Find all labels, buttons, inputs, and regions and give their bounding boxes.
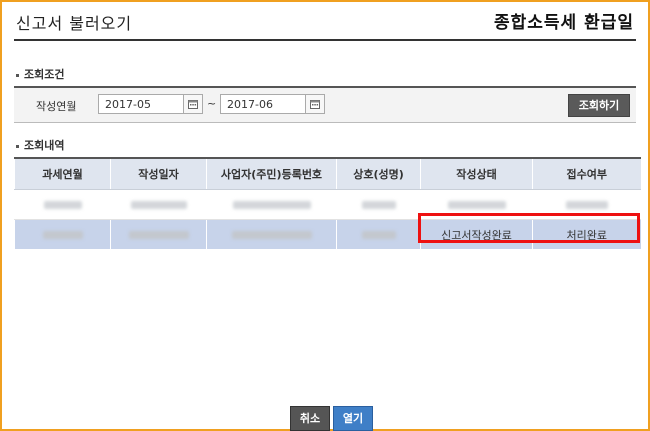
table-header-row: 과세연월 작성일자 사업자(주민)등록번호 상호(성명) 작성상태 접수여부 xyxy=(14,157,641,190)
column-header[interactable]: 사업자(주민)등록번호 xyxy=(206,157,337,190)
search-section-label: 조회조건 xyxy=(16,66,64,82)
date-range-separator: ~ xyxy=(207,97,217,110)
redacted-cell xyxy=(14,219,111,249)
start-date-input[interactable]: 2017-05 xyxy=(98,94,186,114)
end-date-input[interactable]: 2017-06 xyxy=(220,94,308,114)
redacted-cell xyxy=(110,189,207,220)
column-header[interactable]: 과세연월 xyxy=(14,157,111,190)
redacted-cell xyxy=(336,219,421,249)
results-section-label: 조회내역 xyxy=(16,137,64,153)
title-divider xyxy=(14,39,636,41)
end-calendar-icon[interactable] xyxy=(305,94,325,114)
receipt-cell xyxy=(532,189,641,220)
search-button[interactable]: 조회하기 xyxy=(568,94,630,117)
bullet-icon xyxy=(16,73,19,77)
dialog-window: 신고서 불러오기 종합소득세 환급일 조회조건 작성연월 2017-05 ~ 2… xyxy=(0,0,650,431)
cancel-button[interactable]: 취소 xyxy=(290,406,330,431)
results-table: 과세연월 작성일자 사업자(주민)등록번호 상호(성명) 작성상태 접수여부 신… xyxy=(14,157,641,249)
redacted-cell xyxy=(14,189,111,220)
redacted-cell xyxy=(336,189,421,220)
redacted-cell xyxy=(206,219,337,249)
start-calendar-icon[interactable] xyxy=(183,94,203,114)
column-header[interactable]: 작성일자 xyxy=(110,157,207,190)
receipt-cell: 처리완료 xyxy=(532,219,641,249)
bullet-icon xyxy=(16,144,19,148)
table-row-selected[interactable]: 신고서작성완료 처리완료 xyxy=(14,219,641,249)
column-header[interactable]: 상호(성명) xyxy=(336,157,421,190)
open-button[interactable]: 열기 xyxy=(333,406,373,431)
redacted-cell xyxy=(110,219,207,249)
column-header[interactable]: 작성상태 xyxy=(420,157,533,190)
redacted-cell xyxy=(206,189,337,220)
brand-logo-text: 종합소득세 환급일 xyxy=(493,13,634,33)
status-cell: 신고서작성완료 xyxy=(420,219,533,249)
status-cell xyxy=(420,189,533,220)
date-field-label: 작성연월 xyxy=(36,100,77,113)
table-row[interactable] xyxy=(14,189,641,220)
column-header[interactable]: 접수여부 xyxy=(532,157,641,190)
dialog-title: 신고서 불러오기 xyxy=(16,14,133,33)
search-panel: 작성연월 2017-05 ~ 2017-06 조회하기 xyxy=(14,86,636,123)
